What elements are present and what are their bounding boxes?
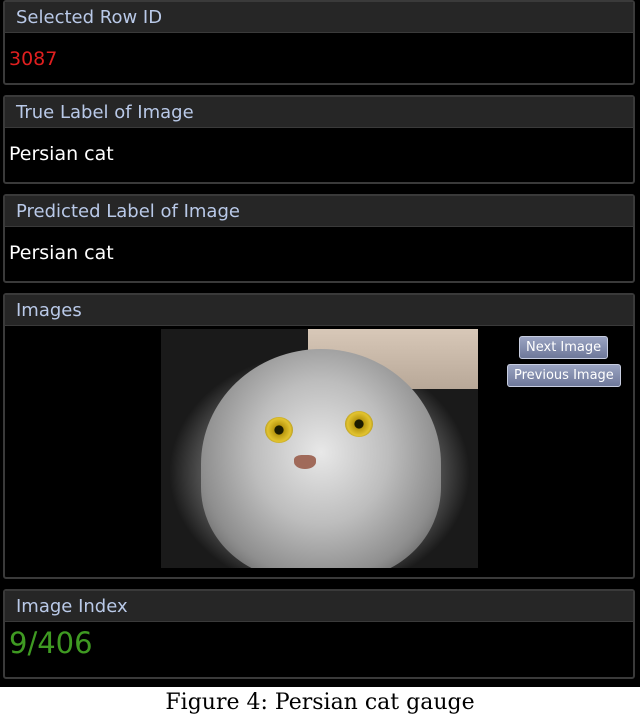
panel-title: Images (5, 295, 633, 326)
panel-title: Image Index (5, 591, 633, 622)
dashboard: Selected Row ID 3087 True Label of Image… (0, 0, 640, 687)
image-index-panel: Image Index 9/406 (3, 589, 635, 679)
figure-caption: Figure 4: Persian cat gauge (165, 690, 475, 715)
image-viewer: Next Image Previous Image (5, 326, 633, 572)
panel-title: Predicted Label of Image (5, 196, 633, 227)
cat-left-eye (265, 417, 293, 443)
cat-right-eye (345, 411, 373, 437)
cat-nose (294, 455, 316, 469)
true-label-value: Persian cat (9, 143, 114, 165)
next-image-button[interactable]: Next Image (519, 336, 609, 359)
persian-cat-photo (161, 329, 478, 568)
cat-head (201, 349, 441, 568)
image-index-value: 9/406 (9, 626, 93, 660)
true-label-panel: True Label of Image Persian cat (3, 95, 635, 184)
panel-title: Selected Row ID (5, 2, 633, 33)
selected-row-id-panel: Selected Row ID 3087 (3, 0, 635, 85)
images-panel: Images Next Image Previous Image (3, 293, 635, 579)
previous-image-button[interactable]: Previous Image (507, 364, 621, 387)
panel-title: True Label of Image (5, 97, 633, 128)
selected-row-id-value: 3087 (9, 48, 58, 70)
predicted-label-panel: Predicted Label of Image Persian cat (3, 194, 635, 283)
predicted-label-value: Persian cat (9, 242, 114, 264)
